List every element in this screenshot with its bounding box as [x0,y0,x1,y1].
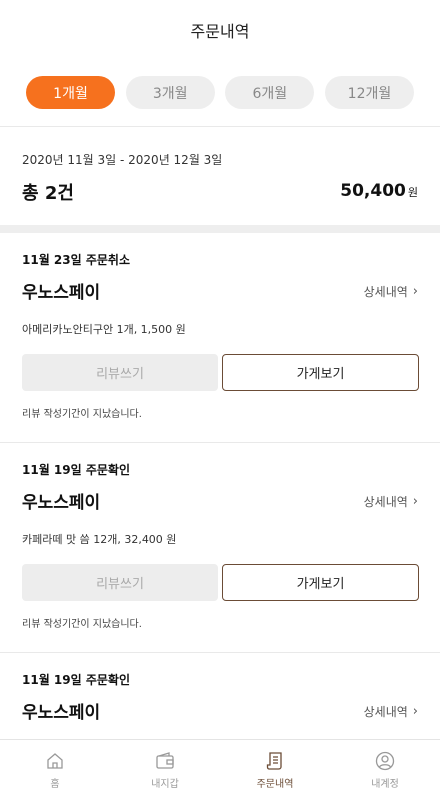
tab-6-months[interactable]: 6개월 [225,76,315,109]
detail-link[interactable]: 상세내역 › [364,493,418,510]
nav-orders-label: 주문내역 [256,778,294,790]
order-status: 11월 19일 주문확인 [22,673,130,687]
detail-link-label: 상세내역 [363,285,408,299]
chevron-right-icon: › [412,704,418,719]
order-card: 11월 23일 주문취소 우노스페이 상세내역 › 아메리카노안티구안 1개, 1… [0,233,440,443]
tab-1-month[interactable]: 1개월 [26,76,115,109]
home-icon [47,752,63,769]
nav-account[interactable]: 내계정 [330,740,440,800]
order-items: 카페라떼 맛 씀 12개, 32,400 원 [22,533,177,546]
nav-wallet-label: 내지갑 [151,778,179,790]
nav-home-label: 홈 [50,778,60,790]
tab-12-months[interactable]: 12개월 [324,76,414,109]
user-icon [375,751,395,770]
order-items: 아메리카노안티구안 1개, 1,500 원 [22,323,186,336]
review-note: 리뷰 작성기간이 지났습니다. [22,619,142,630]
order-status: 11월 19일 주문확인 [22,463,130,477]
order-card: 11월 19일 주문확인 우노스페이 상세내역 › 카페라떼 맛 씀 12개, 3… [0,443,440,653]
wallet-icon [156,751,174,769]
detail-link-label: 상세내역 [363,705,408,719]
nav-wallet[interactable]: 내지갑 [110,740,220,800]
total-amount-value: 50,400 [340,181,406,201]
period-tabs: 1개월 3개월 6개월 12개월 [26,76,414,109]
order-status: 11월 23일 주문취소 [22,253,130,267]
store-name: 우노스페이 [22,703,101,723]
nav-home[interactable]: 홈 [0,740,110,800]
currency-unit: 원 [407,186,418,199]
bottom-nav: 홈 내지갑 주문내역 내계정 [0,739,440,800]
store-name: 우노스페이 [22,283,101,303]
page-title: 주문내역 [190,22,250,41]
order-summary: 2020년 11월 3일 - 2020년 12월 3일 총 2건 50,400 원 [0,127,440,225]
detail-link[interactable]: 상세내역 › [364,283,418,300]
header: 주문내역 [0,0,440,60]
total-count: 총 2건 [22,183,74,204]
receipt-icon [266,751,282,770]
review-button[interactable]: 리뷰쓰기 [22,354,218,391]
view-store-button[interactable]: 가게보기 [222,354,419,391]
chevron-right-icon: › [412,284,418,299]
view-store-button[interactable]: 가게보기 [222,564,419,601]
detail-link-label: 상세내역 [363,495,408,509]
detail-link[interactable]: 상세내역 › [364,703,418,720]
review-button[interactable]: 리뷰쓰기 [22,564,218,601]
store-name: 우노스페이 [22,493,101,513]
period-range: 2020년 11월 3일 - 2020년 12월 3일 [22,153,223,167]
review-note: 리뷰 작성기간이 지났습니다. [22,409,142,420]
section-separator [0,225,440,233]
chevron-right-icon: › [412,494,418,509]
order-card: 11월 19일 주문확인 우노스페이 상세내역 › [0,653,440,739]
total-amount: 50,400 원 [340,181,418,201]
tab-3-months[interactable]: 3개월 [125,76,215,109]
nav-orders[interactable]: 주문내역 [220,740,330,800]
nav-account-label: 내계정 [371,778,399,790]
